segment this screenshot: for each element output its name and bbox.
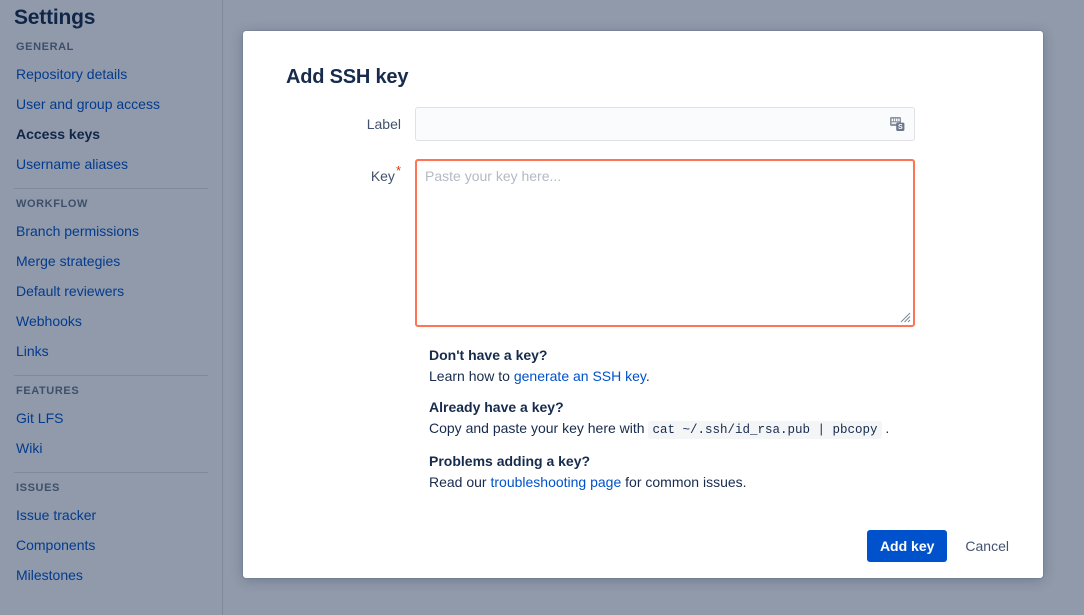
dialog-title: Add SSH key	[286, 66, 409, 88]
ssh-key-textarea[interactable]	[415, 159, 915, 327]
help-code-snippet: cat ~/.ssh/id_rsa.pub | pbcopy	[648, 421, 882, 439]
label-field-wrap: S	[415, 107, 915, 141]
app-root: Settings GENERAL Repository details User a…	[0, 0, 1084, 615]
add-ssh-key-dialog: Add SSH key Label S Key* Paste your key …	[243, 31, 1043, 578]
dialog-footer: Add key Cancel	[866, 530, 1019, 562]
help-body: Copy and paste your key here with cat ~/…	[429, 418, 1019, 440]
help-text-after: .	[881, 420, 890, 436]
svg-text:S: S	[898, 124, 903, 131]
help-link[interactable]: troubleshooting page	[490, 474, 621, 490]
label-field-label: Label	[366, 116, 401, 132]
help-block: Don't have a key? Learn how to generate a…	[429, 345, 1019, 386]
help-text-before: Learn how to	[429, 368, 514, 384]
help-text-after: .	[645, 368, 650, 384]
cancel-button[interactable]: Cancel	[955, 530, 1019, 562]
key-field-label: Key*	[267, 159, 415, 184]
add-ssh-key-form: Label S Key* Paste your key here...	[267, 107, 1019, 327]
form-row-label: Label S	[267, 107, 1019, 141]
help-body: Read our troubleshooting page for common…	[429, 472, 1019, 492]
required-asterisk: *	[395, 163, 401, 179]
label-input[interactable]	[415, 107, 915, 141]
key-field-label-text: Key	[370, 168, 395, 184]
help-section: Don't have a key? Learn how to generate a…	[429, 345, 1019, 492]
form-row-key: Key*	[267, 159, 1019, 327]
add-key-button[interactable]: Add key	[866, 530, 948, 562]
help-heading: Already have a key?	[429, 399, 564, 415]
help-text-before: Read our	[429, 474, 491, 490]
password-autofill-icon[interactable]: S	[889, 115, 907, 133]
help-heading: Problems adding a key?	[429, 453, 591, 469]
key-field-wrap	[415, 159, 915, 327]
help-heading: Don't have a key?	[429, 347, 548, 363]
help-link[interactable]: generate an SSH key	[514, 368, 646, 384]
help-body: Learn how to generate an SSH key.	[429, 366, 1019, 386]
help-text-after: for common issues.	[621, 474, 747, 490]
help-block: Problems adding a key? Read our troublesh…	[429, 451, 1019, 492]
help-text-before: Copy and paste your key here with	[429, 420, 649, 436]
help-block: Already have a key? Copy and paste your k…	[429, 397, 1019, 440]
